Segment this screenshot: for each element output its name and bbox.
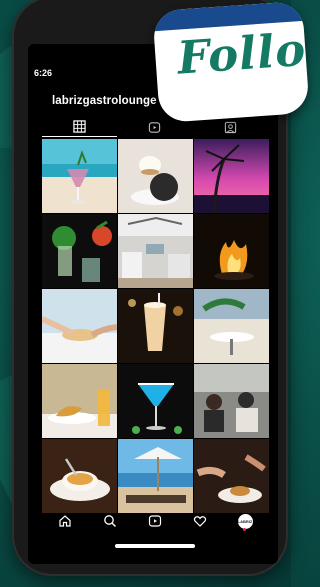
posts-grid: [42, 139, 269, 513]
home-indicator: [115, 544, 195, 548]
reels-icon: [148, 121, 161, 133]
beach-umbrella-post[interactable]: [118, 439, 193, 513]
table-dining-post[interactable]: [42, 289, 117, 363]
bottom-nav: LABRIZ: [42, 510, 268, 532]
follow-overlay-card: Follo: [152, 0, 310, 124]
restaurant-interior-post[interactable]: [118, 214, 193, 288]
dessert-coconut-post[interactable]: [118, 139, 193, 213]
grid-icon: [73, 120, 86, 133]
search-icon[interactable]: [103, 514, 117, 528]
profile-tabs: [42, 117, 268, 137]
tab-posts-grid[interactable]: [42, 117, 117, 137]
status-time: 6:26: [34, 68, 53, 78]
palm-sunset-post[interactable]: [194, 139, 269, 213]
iced-coffee-drink-post[interactable]: [118, 289, 193, 363]
notification-dot: [243, 528, 246, 531]
profile-avatar[interactable]: LABRIZ: [237, 513, 253, 529]
guests-dining-post[interactable]: [194, 364, 269, 438]
flambe-dish-post[interactable]: [194, 214, 269, 288]
tagged-person-icon: [224, 121, 237, 133]
tacos-beer-post[interactable]: [42, 364, 117, 438]
terrace-tables-post[interactable]: [194, 289, 269, 363]
follow-overlay-text: Follo: [175, 22, 308, 85]
hands-dining-post[interactable]: [194, 439, 269, 513]
heart-icon[interactable]: [193, 514, 207, 528]
cocktail-on-beach-post[interactable]: [42, 139, 117, 213]
reels-icon[interactable]: [148, 514, 162, 528]
profile-username[interactable]: labrizgastrolounge: [52, 95, 157, 107]
soup-bowl-post[interactable]: [42, 439, 117, 513]
blue-margarita-post[interactable]: [118, 364, 193, 438]
home-icon[interactable]: [58, 514, 72, 528]
mint-cocktails-post[interactable]: [42, 214, 117, 288]
